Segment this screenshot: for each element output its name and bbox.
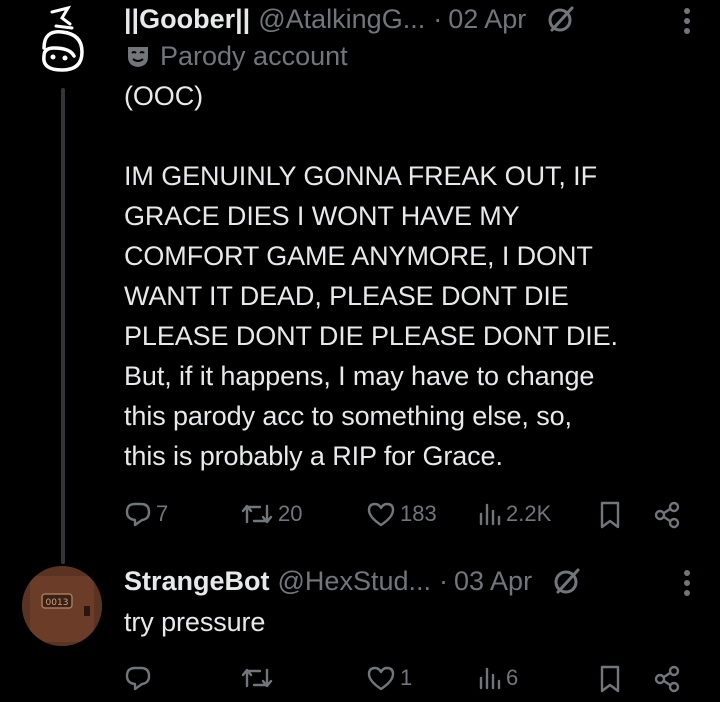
share-icon (654, 501, 680, 529)
views-icon (479, 667, 501, 690)
doodle-avatar-icon (22, 2, 102, 82)
share-button[interactable] (652, 500, 682, 530)
more-icon[interactable] (682, 568, 692, 598)
mask-icon (128, 47, 148, 67)
like-button[interactable]: 183 (366, 500, 437, 528)
thread-connector-line (61, 88, 65, 564)
like-button[interactable]: 1 (366, 664, 412, 692)
reply-button[interactable]: 7 (124, 500, 168, 528)
reply-button[interactable] (124, 664, 156, 692)
bookmark-button[interactable] (598, 664, 622, 694)
grok-icon[interactable] (546, 4, 576, 34)
parody-badge: Parody account (124, 38, 700, 74)
views-icon (479, 503, 501, 526)
like-count: 1 (400, 665, 413, 690)
views-button[interactable]: 6 (478, 664, 518, 692)
avatar[interactable]: 0013 (22, 566, 102, 646)
share-button[interactable] (652, 664, 682, 694)
door-number: 0013 (46, 598, 69, 608)
views-button[interactable]: 2.2K (478, 500, 551, 528)
like-icon (367, 502, 395, 527)
views-count: 2.2K (506, 501, 552, 526)
repost-count: 20 (278, 501, 303, 526)
repost-icon (241, 504, 273, 524)
action-bar: 7 20 183 2.2K (124, 500, 694, 534)
like-count: 183 (400, 501, 437, 526)
post-date[interactable]: 02 Apr (448, 4, 526, 35)
repost-button[interactable] (240, 664, 278, 692)
action-bar: 1 6 (124, 664, 694, 698)
post[interactable]: StrangeBot @HexStud... · 03 Apr try pres… (124, 562, 700, 642)
post[interactable]: ||Goober|| @AtalkingG... · 02 Apr Parody… (124, 0, 700, 476)
user-handle[interactable]: @HexStud... (278, 566, 431, 597)
post-text: try pressure (124, 607, 266, 637)
repost-button[interactable]: 20 (240, 500, 302, 528)
bookmark-button[interactable] (598, 500, 622, 530)
bookmark-icon (600, 665, 620, 693)
post-header: StrangeBot @HexStud... · 03 Apr (124, 562, 700, 600)
user-handle[interactable]: @AtalkingG... (258, 4, 425, 35)
reply-count: 7 (156, 501, 169, 526)
bookmark-icon (600, 501, 620, 529)
more-icon[interactable] (682, 6, 692, 36)
grok-icon[interactable] (552, 566, 582, 596)
avatar[interactable] (22, 2, 102, 82)
post-date[interactable]: 03 Apr (454, 566, 532, 597)
share-icon (654, 665, 680, 693)
display-name[interactable]: ||Goober|| (124, 4, 250, 35)
separator: · (439, 565, 448, 596)
thread-view: ||Goober|| @AtalkingG... · 02 Apr Parody… (0, 0, 720, 702)
display-name[interactable]: StrangeBot (124, 566, 270, 597)
like-icon (367, 666, 395, 691)
views-count: 6 (506, 665, 519, 690)
post-text: (OOC) IM GENUINLY GONNA FREAK OUT, IF GR… (124, 81, 618, 471)
reply-icon (125, 666, 151, 691)
parody-label: Parody account (160, 40, 348, 71)
door-avatar-icon: 0013 (22, 566, 102, 646)
reply-icon (125, 502, 151, 527)
separator: · (433, 3, 443, 34)
repost-icon (241, 668, 273, 688)
post-header: ||Goober|| @AtalkingG... · 02 Apr (124, 0, 700, 38)
